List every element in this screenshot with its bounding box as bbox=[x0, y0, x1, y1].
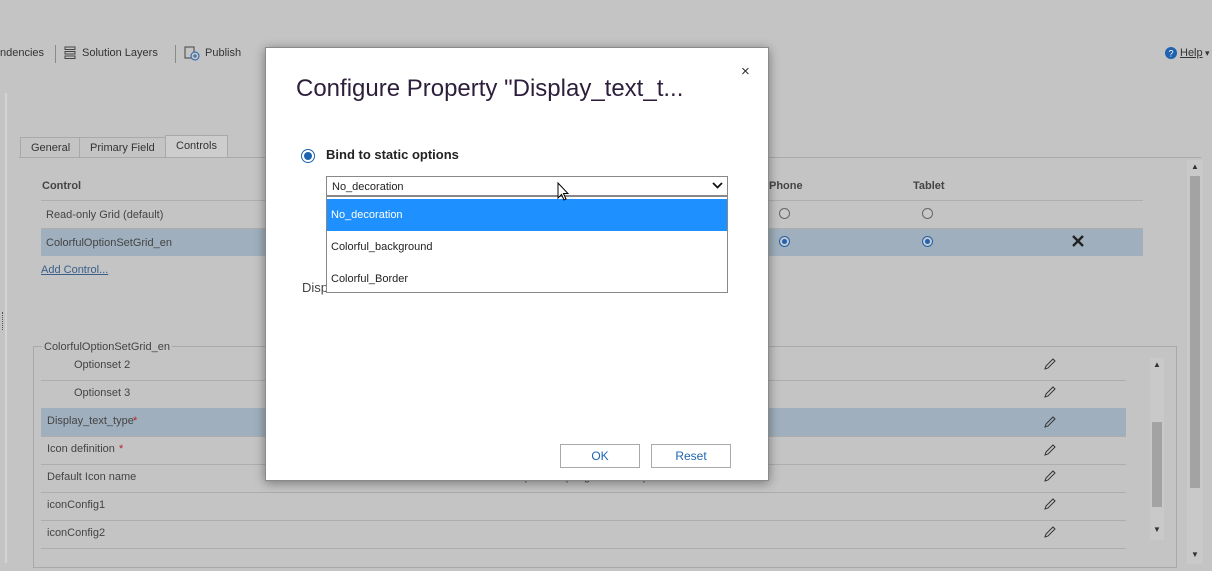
property-name: Optionset 2 bbox=[74, 359, 131, 371]
mouse-cursor-icon bbox=[557, 181, 570, 205]
scroll-down-icon[interactable]: ▼ bbox=[1191, 550, 1199, 559]
scroll-down-icon[interactable]: ▼ bbox=[1153, 525, 1161, 534]
dropdown-option[interactable]: Colorful_background bbox=[327, 231, 727, 263]
edit-pencil-icon[interactable] bbox=[1043, 357, 1057, 371]
property-name: Default Icon name bbox=[47, 471, 137, 483]
edit-pencil-icon[interactable] bbox=[1043, 385, 1057, 399]
tab-primary-field[interactable]: Primary Field bbox=[79, 137, 166, 158]
property-name: Icon definition bbox=[47, 443, 115, 455]
property-name: iconConfig1 bbox=[47, 499, 106, 511]
required-marker: * bbox=[133, 415, 138, 427]
toolbar-separator bbox=[175, 45, 176, 63]
help-chevron-icon: ▾ bbox=[1205, 48, 1210, 58]
toolbar-separator bbox=[55, 45, 56, 63]
edit-pencil-icon[interactable] bbox=[1043, 415, 1057, 429]
ok-button[interactable]: OK bbox=[560, 444, 640, 468]
dropdown-option[interactable]: No_decoration bbox=[327, 199, 727, 231]
dependencies-button[interactable]: ndencies bbox=[0, 47, 44, 59]
static-options-select[interactable]: No_decoration bbox=[326, 176, 728, 196]
scroll-up-icon[interactable]: ▲ bbox=[1153, 360, 1161, 369]
splitter-grip-icon[interactable] bbox=[2, 312, 7, 330]
publish-button[interactable]: Publish bbox=[205, 47, 241, 59]
required-marker: * bbox=[119, 443, 124, 455]
property-name: Display_text_type bbox=[47, 415, 134, 427]
close-icon[interactable]: × bbox=[741, 63, 750, 80]
page-scrollbar[interactable]: ▲ ▼ bbox=[1187, 160, 1203, 564]
scrollbar-thumb[interactable] bbox=[1190, 176, 1200, 488]
publish-icon bbox=[184, 46, 200, 64]
remove-control-icon[interactable] bbox=[1071, 234, 1085, 251]
bind-static-label: Bind to static options bbox=[326, 147, 459, 162]
reset-button[interactable]: Reset bbox=[651, 444, 731, 468]
help-button[interactable]: Help bbox=[1180, 47, 1203, 59]
scroll-up-icon[interactable]: ▲ bbox=[1191, 162, 1199, 171]
chevron-down-icon bbox=[712, 179, 723, 194]
phone-radio[interactable] bbox=[779, 236, 790, 247]
property-name: Optionset 3 bbox=[74, 387, 131, 399]
options-dropdown: No_decoration Colorful_background Colorf… bbox=[326, 196, 728, 293]
property-row[interactable]: iconConfig1 bbox=[41, 492, 1126, 521]
select-value: No_decoration bbox=[332, 181, 404, 193]
bind-static-radio[interactable] bbox=[301, 149, 315, 163]
properties-scrollbar[interactable]: ▲ ▼ bbox=[1150, 358, 1164, 540]
tab-general[interactable]: General bbox=[20, 137, 82, 158]
layers-icon bbox=[64, 46, 76, 63]
help-icon: ? bbox=[1164, 46, 1178, 63]
add-control-link[interactable]: Add Control... bbox=[41, 264, 108, 276]
edit-pencil-icon[interactable] bbox=[1043, 525, 1057, 539]
property-name: iconConfig2 bbox=[47, 527, 106, 539]
edit-pencil-icon[interactable] bbox=[1043, 497, 1057, 511]
edit-pencil-icon[interactable] bbox=[1043, 469, 1057, 483]
control-row-name: ColorfulOptionSetGrid_en bbox=[46, 237, 172, 249]
tablet-column-header: Tablet bbox=[913, 180, 945, 192]
tablet-radio[interactable] bbox=[922, 236, 933, 247]
control-row-name: Read-only Grid (default) bbox=[46, 209, 164, 221]
scrollbar-thumb[interactable] bbox=[1152, 422, 1162, 507]
edit-pencil-icon[interactable] bbox=[1043, 443, 1057, 457]
phone-column-header: Phone bbox=[769, 180, 803, 192]
dialog-title: Configure Property "Display_text_t... bbox=[296, 75, 684, 102]
display-label: Disp bbox=[302, 280, 329, 295]
phone-radio[interactable] bbox=[779, 208, 790, 219]
solution-layers-button[interactable]: Solution Layers bbox=[82, 47, 158, 59]
configure-property-dialog: Configure Property "Display_text_t... × … bbox=[265, 47, 769, 481]
tablet-radio[interactable] bbox=[922, 208, 933, 219]
control-column-header: Control bbox=[42, 180, 82, 192]
tab-controls[interactable]: Controls bbox=[165, 135, 228, 158]
svg-text:?: ? bbox=[1168, 49, 1173, 59]
property-row[interactable]: iconConfig2 bbox=[41, 520, 1126, 549]
dropdown-option[interactable]: Colorful_Border bbox=[327, 263, 727, 295]
